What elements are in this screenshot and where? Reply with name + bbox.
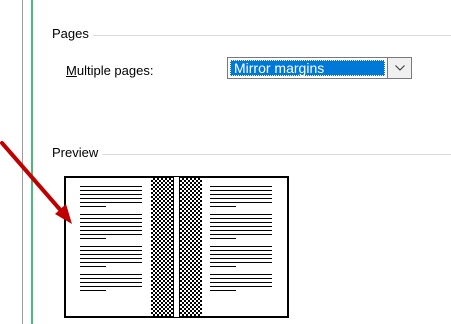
- red-arrow-icon: [0, 141, 72, 224]
